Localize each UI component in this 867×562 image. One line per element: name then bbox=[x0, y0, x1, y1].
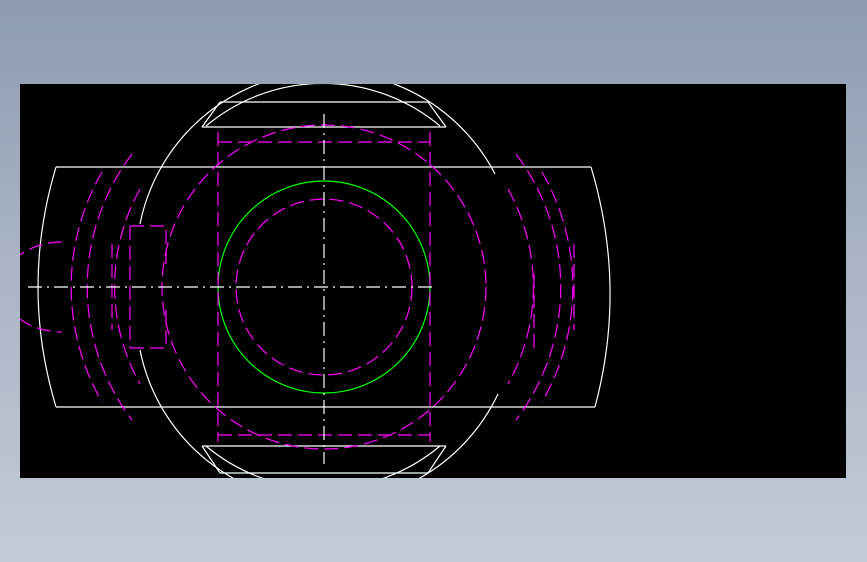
hidden-ring-2-right bbox=[507, 188, 534, 385]
flange-bottom-right-chamfer bbox=[427, 445, 447, 474]
outer-circle-upper-arc bbox=[139, 84, 496, 225]
cad-drawing bbox=[20, 84, 611, 478]
page-background: { "drawing": { "colors": { "background":… bbox=[0, 0, 867, 562]
cad-viewport[interactable] bbox=[20, 84, 846, 478]
outer-circle-lower-arc bbox=[139, 349, 499, 478]
hidden-ring-3-right bbox=[541, 171, 574, 403]
hidden-ring-4-right bbox=[515, 153, 562, 421]
body-right-arc bbox=[590, 166, 611, 408]
outer-circle-top-arc bbox=[205, 84, 441, 127]
